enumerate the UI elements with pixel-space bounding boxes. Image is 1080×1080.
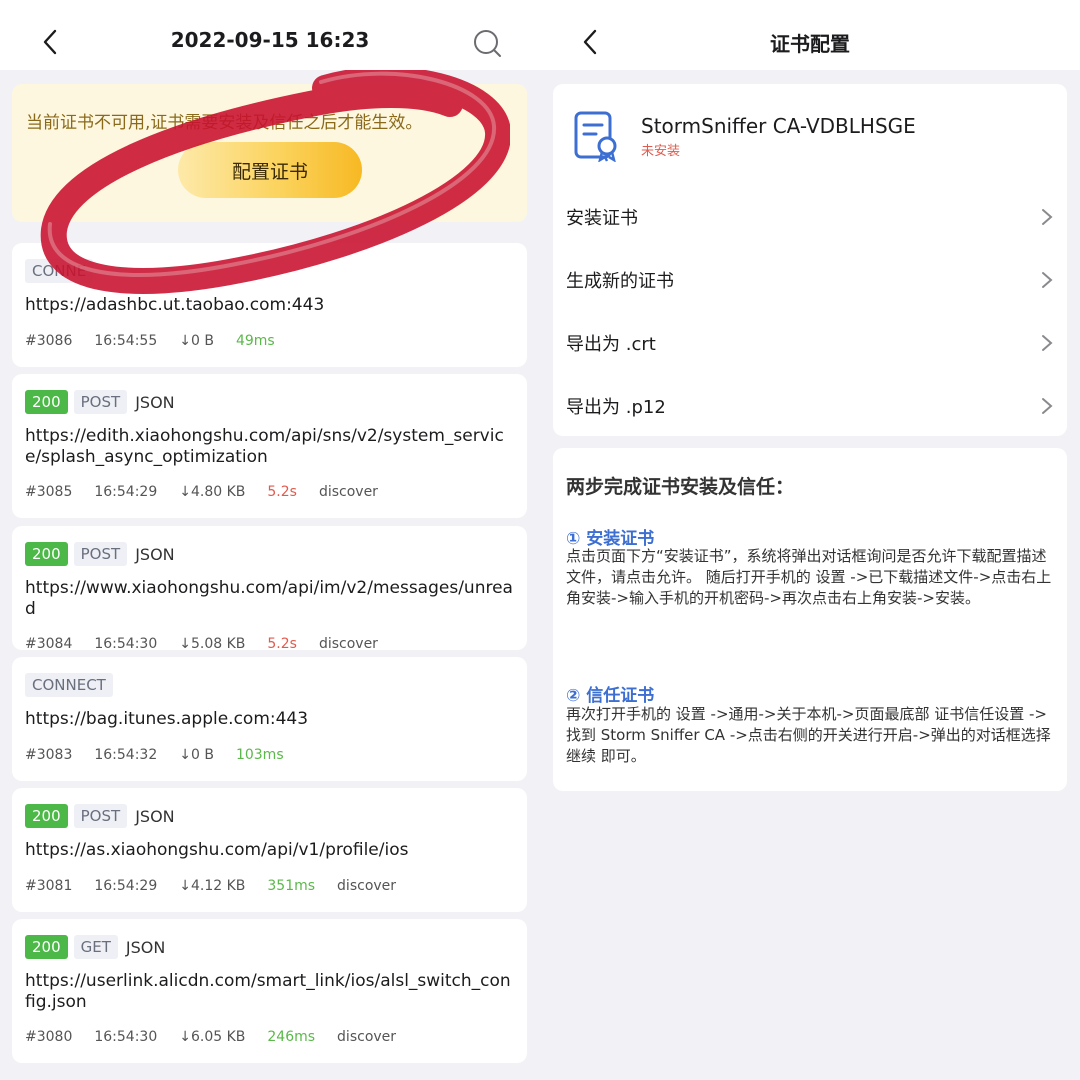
content-type-label: JSON: [135, 544, 175, 564]
request-id: #3080: [25, 1029, 73, 1045]
request-time: 16:54:55: [94, 333, 158, 349]
content-type-label: JSON: [135, 806, 175, 826]
method-badge: POST: [73, 542, 128, 566]
request-meta: #3086 16:54:55 ↓0 B 49ms: [25, 333, 297, 349]
request-tag: discover: [318, 484, 378, 500]
request-time: 16:54:30: [94, 1029, 158, 1045]
request-duration: 5.2s: [267, 636, 297, 652]
nav-bar: 证书配置: [540, 0, 1080, 70]
method-badge: POST: [73, 804, 128, 828]
request-tag: discover: [318, 636, 378, 652]
export-crt-item[interactable]: 导出为 .crt: [553, 312, 1067, 372]
request-time: 16:54:32: [94, 747, 158, 763]
request-url: https://as.xiaohongshu.com/api/v1/profil…: [25, 840, 409, 860]
request-time: 16:54:30: [94, 636, 158, 652]
request-url: https://edith.xiaohongshu.com/api/sns/v2…: [25, 426, 504, 467]
menu-label: 导出为 .crt: [566, 334, 656, 355]
response-size: ↓5.08 KB: [179, 636, 246, 652]
response-size: ↓6.05 KB: [179, 1029, 246, 1045]
response-size: ↓4.12 KB: [179, 878, 246, 894]
request-meta: #3084 16:54:30 ↓5.08 KB 5.2s discover: [25, 636, 400, 652]
request-tag: discover: [337, 878, 397, 894]
menu-label: 导出为 .p12: [566, 397, 666, 418]
install-certificate-item[interactable]: 安装证书: [553, 186, 1067, 246]
request-item[interactable]: 200 POST JSON https://edith.xiaohongshu.com…: [12, 374, 527, 518]
certificate-status: 未安装: [641, 144, 681, 159]
guide-title: 两步完成证书安装及信任：: [566, 476, 795, 498]
request-time: 16:54:29: [94, 878, 158, 894]
export-p12-item[interactable]: 导出为 .p12: [553, 375, 1067, 435]
certificate-config-screen: 证书配置 StormSniffer CA-VDBLHSGE 未安装 安装证书 生…: [540, 0, 1080, 1080]
chevron-right-icon: [1042, 272, 1053, 288]
request-item[interactable]: 200 POST JSON https://as.xiaohongshu.com/ap…: [12, 788, 527, 912]
response-size: ↓4.80 KB: [179, 484, 246, 500]
request-url: https://userlink.alicdn.com/smart_link/i…: [25, 971, 511, 1012]
request-item[interactable]: CONNECT https://bag.itunes.apple.com:443 #…: [12, 657, 527, 781]
traffic-detail-screen: 2022-09-15 16:23 当前证书不可用,证书需要安装及信任之后才能生效…: [0, 0, 540, 1080]
content-type-label: JSON: [135, 392, 175, 412]
chevron-right-icon: [1042, 398, 1053, 414]
chevron-right-icon: [1042, 335, 1053, 351]
request-url: https://www.xiaohongshu.com/api/im/v2/me…: [25, 578, 513, 619]
step2-title: ② 信任证书: [566, 686, 655, 706]
generate-certificate-item[interactable]: 生成新的证书: [553, 249, 1067, 309]
request-meta: #3081 16:54:29 ↓4.12 KB 351ms discover: [25, 878, 418, 894]
request-tag: discover: [337, 1029, 397, 1045]
request-tags: 200 GET JSON: [25, 935, 165, 959]
request-id: #3081: [25, 878, 73, 894]
content-type-label: JSON: [125, 937, 166, 957]
status-badge: 200: [25, 804, 68, 828]
request-tags: 200 POST JSON: [25, 542, 175, 566]
request-tags: CONNECT: [25, 673, 119, 697]
request-duration: 246ms: [267, 1029, 316, 1045]
request-meta: #3080 16:54:30 ↓6.05 KB 246ms discover: [25, 1029, 418, 1045]
request-duration: 103ms: [235, 747, 284, 763]
request-duration: 49ms: [235, 333, 275, 349]
request-id: #3084: [25, 636, 73, 652]
method-badge: POST: [73, 390, 128, 414]
response-size: ↓0 B: [179, 333, 214, 349]
search-icon[interactable]: [472, 28, 502, 58]
request-meta: #3083 16:54:32 ↓0 B 103ms: [25, 747, 306, 763]
request-item[interactable]: 200 GET JSON https://userlink.alicdn.com/sm…: [12, 919, 527, 1063]
request-item[interactable]: 200 POST JSON https://www.xiaohongshu.com/a…: [12, 526, 527, 652]
request-id: #3086: [25, 333, 73, 349]
certificate-name: StormSniffer CA-VDBLHSGE: [641, 114, 916, 138]
chevron-right-icon: [1042, 209, 1053, 225]
menu-label: 安装证书: [566, 208, 638, 229]
request-meta: #3085 16:54:29 ↓4.80 KB 5.2s discover: [25, 484, 400, 500]
nav-bar: 2022-09-15 16:23: [0, 0, 540, 70]
menu-label: 生成新的证书: [566, 271, 674, 292]
certificate-icon: [574, 111, 617, 162]
page-title: 2022-09-15 16:23: [170, 28, 370, 52]
request-url: https://bag.itunes.apple.com:443: [25, 709, 309, 729]
request-tags: 200 POST JSON: [25, 804, 175, 828]
certificate-warning-banner: 当前证书不可用,证书需要安装及信任之后才能生效。 配置证书: [12, 84, 527, 222]
status-badge: 200: [25, 390, 68, 414]
request-tags: 200 POST JSON: [25, 390, 175, 414]
request-id: #3085: [25, 484, 73, 500]
request-url: https://adashbc.ut.taobao.com:443: [25, 295, 325, 315]
request-id: #3083: [25, 747, 73, 763]
method-badge: GET: [73, 935, 118, 959]
certificate-card: StormSniffer CA-VDBLHSGE 未安装 安装证书 生成新的证书…: [553, 84, 1067, 436]
request-tags: CONNE: [25, 259, 99, 283]
step1-body: 点击页面下方“安装证书”，系统将弹出对话框询问是否允许下载配置描述文件，请点击允…: [566, 547, 1052, 607]
response-size: ↓0 B: [179, 747, 214, 763]
warning-text: 当前证书不可用,证书需要安装及信任之后才能生效。: [26, 113, 423, 133]
request-item[interactable]: CONNE https://adashbc.ut.taobao.com:443 #3…: [12, 243, 527, 367]
method-badge: CONNE: [25, 259, 94, 283]
status-badge: 200: [25, 542, 68, 566]
step2-body: 再次打开手机的 设置 ->通用->关于本机->页面最底部 证书信任设置 ->找到…: [566, 705, 1051, 765]
install-guide-card: 两步完成证书安装及信任： ① 安装证书 点击页面下方“安装证书”，系统将弹出对话…: [553, 448, 1067, 791]
page-title: 证书配置: [770, 32, 850, 56]
request-duration: 5.2s: [267, 484, 297, 500]
configure-certificate-button[interactable]: 配置证书: [178, 142, 362, 198]
method-badge: CONNECT: [25, 673, 113, 697]
status-badge: 200: [25, 935, 68, 959]
request-duration: 351ms: [267, 878, 316, 894]
request-time: 16:54:29: [94, 484, 158, 500]
